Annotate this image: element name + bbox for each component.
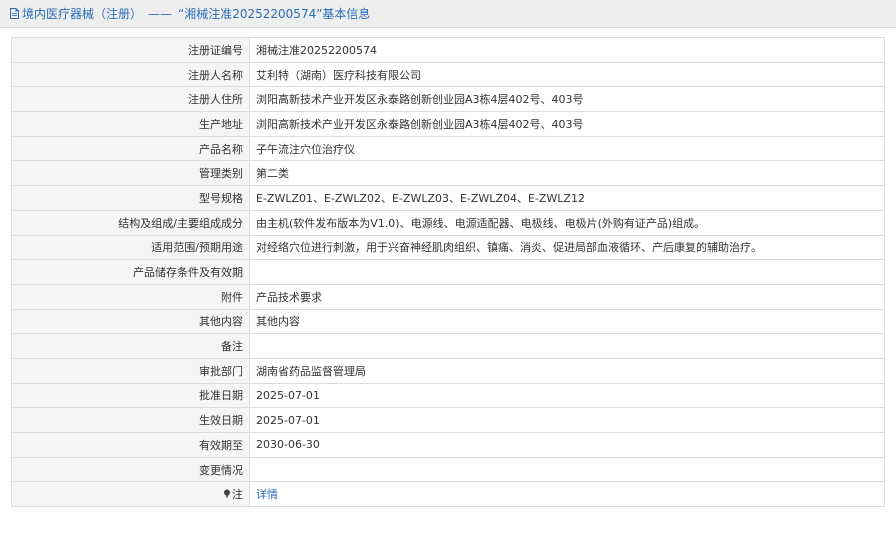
table-row: 产品储存条件及有效期 bbox=[11, 259, 885, 285]
field-value: 2025-07-01 bbox=[249, 382, 885, 409]
table-row-note: 注详情 bbox=[11, 481, 885, 508]
header-separator: —— bbox=[148, 6, 173, 21]
field-value: 湘械注准20252200574 bbox=[249, 37, 885, 63]
table-row: 注册人名称 艾利特（湖南）医疗科技有限公司 bbox=[11, 61, 885, 88]
field-value: 其他内容 bbox=[249, 308, 885, 335]
field-label: 结构及组成/主要组成成分 bbox=[11, 209, 250, 236]
field-label: 适用范围/预期用途 bbox=[11, 234, 250, 261]
field-label: 其他内容 bbox=[11, 308, 250, 335]
field-value: 对经络穴位进行刺激，用于兴奋神经肌肉组织、镇痛、消炎、促进局部血液循环、产后康复… bbox=[249, 234, 885, 261]
table-row: 生产地址 浏阳高新技术产业开发区永泰路创新创业园A3栋4层402号、403号 bbox=[11, 111, 885, 137]
field-label: 批准日期 bbox=[11, 382, 250, 409]
table-row: 结构及组成/主要组成成分 由主机(软件发布版本为V1.0)、电源线、电源适配器、电… bbox=[11, 209, 885, 236]
table-row: 附件 产品技术要求 bbox=[11, 283, 885, 310]
details-link[interactable]: 详情 bbox=[256, 488, 278, 501]
field-label: 产品储存条件及有效期 bbox=[11, 259, 250, 285]
field-value: 艾利特（湖南）医疗科技有限公司 bbox=[249, 61, 885, 88]
field-value bbox=[249, 456, 885, 483]
field-value bbox=[249, 333, 885, 359]
field-value: 由主机(软件发布版本为V1.0)、电源线、电源适配器、电极线、电极片(外购有证产… bbox=[249, 209, 885, 236]
field-label: 审批部门 bbox=[11, 357, 250, 384]
page-header: 境内医疗器械（注册） —— “湘械注准20252200574”基本信息 bbox=[0, 0, 896, 28]
field-value: 浏阳高新技术产业开发区永泰路创新创业园A3栋4层402号、403号 bbox=[249, 111, 885, 137]
table-row: 备注 bbox=[11, 333, 885, 359]
header-title: “湘械注准20252200574”基本信息 bbox=[178, 7, 371, 21]
field-label: 生效日期 bbox=[11, 407, 250, 433]
field-label: 注册人名称 bbox=[11, 61, 250, 88]
field-value: E-ZWLZ01、E-ZWLZ02、E-ZWLZ03、E-ZWLZ04、E-ZW… bbox=[249, 185, 885, 211]
field-value: 2030-06-30 bbox=[249, 432, 885, 458]
table-row: 批准日期 2025-07-01 bbox=[11, 382, 885, 409]
field-value: 浏阳高新技术产业开发区永泰路创新创业园A3栋4层402号、403号 bbox=[249, 86, 885, 113]
table-row: 生效日期 2025-07-01 bbox=[11, 407, 885, 433]
table-row: 注册人住所 浏阳高新技术产业开发区永泰路创新创业园A3栋4层402号、403号 bbox=[11, 86, 885, 113]
header-category: 境内医疗器械（注册） bbox=[22, 7, 143, 21]
detail-table: 注册证编号 湘械注准20252200574 注册人名称 艾利特（湖南）医疗科技有限公司… bbox=[11, 37, 885, 508]
table-row: 适用范围/预期用途 对经络穴位进行刺激，用于兴奋神经肌肉组织、镇痛、消炎、促进局部… bbox=[11, 234, 885, 261]
field-label: 产品名称 bbox=[11, 135, 250, 162]
field-value: 第二类 bbox=[249, 160, 885, 187]
field-value: 产品技术要求 bbox=[249, 283, 885, 310]
table-row: 产品名称 子午流注穴位治疗仪 bbox=[11, 135, 885, 162]
table-row: 有效期至 2030-06-30 bbox=[11, 432, 885, 458]
note-label: 注 bbox=[232, 488, 243, 502]
field-value: 子午流注穴位治疗仪 bbox=[249, 135, 885, 162]
table-row: 审批部门 湖南省药品监督管理局 bbox=[11, 357, 885, 384]
field-label: 附件 bbox=[11, 283, 250, 310]
document-icon bbox=[10, 8, 19, 19]
field-label: 生产地址 bbox=[11, 111, 250, 137]
table-row: 注册证编号 湘械注准20252200574 bbox=[11, 37, 885, 63]
table-row: 管理类别 第二类 bbox=[11, 160, 885, 187]
field-value bbox=[249, 259, 885, 285]
field-label: 注册证编号 bbox=[11, 37, 250, 63]
field-label-note: 注 bbox=[11, 481, 250, 508]
field-label: 变更情况 bbox=[11, 456, 250, 483]
field-value: 2025-07-01 bbox=[249, 407, 885, 433]
table-row: 其他内容 其他内容 bbox=[11, 308, 885, 335]
field-value-note: 详情 bbox=[249, 481, 885, 508]
field-label: 有效期至 bbox=[11, 432, 250, 458]
table-row: 型号规格 E-ZWLZ01、E-ZWLZ02、E-ZWLZ03、E-ZWLZ04、… bbox=[11, 185, 885, 211]
field-label: 注册人住所 bbox=[11, 86, 250, 113]
field-label: 型号规格 bbox=[11, 185, 250, 211]
table-row: 变更情况 bbox=[11, 456, 885, 483]
pin-icon bbox=[223, 489, 231, 499]
field-value: 湖南省药品监督管理局 bbox=[249, 357, 885, 384]
field-label: 备注 bbox=[11, 333, 250, 359]
field-label: 管理类别 bbox=[11, 160, 250, 187]
